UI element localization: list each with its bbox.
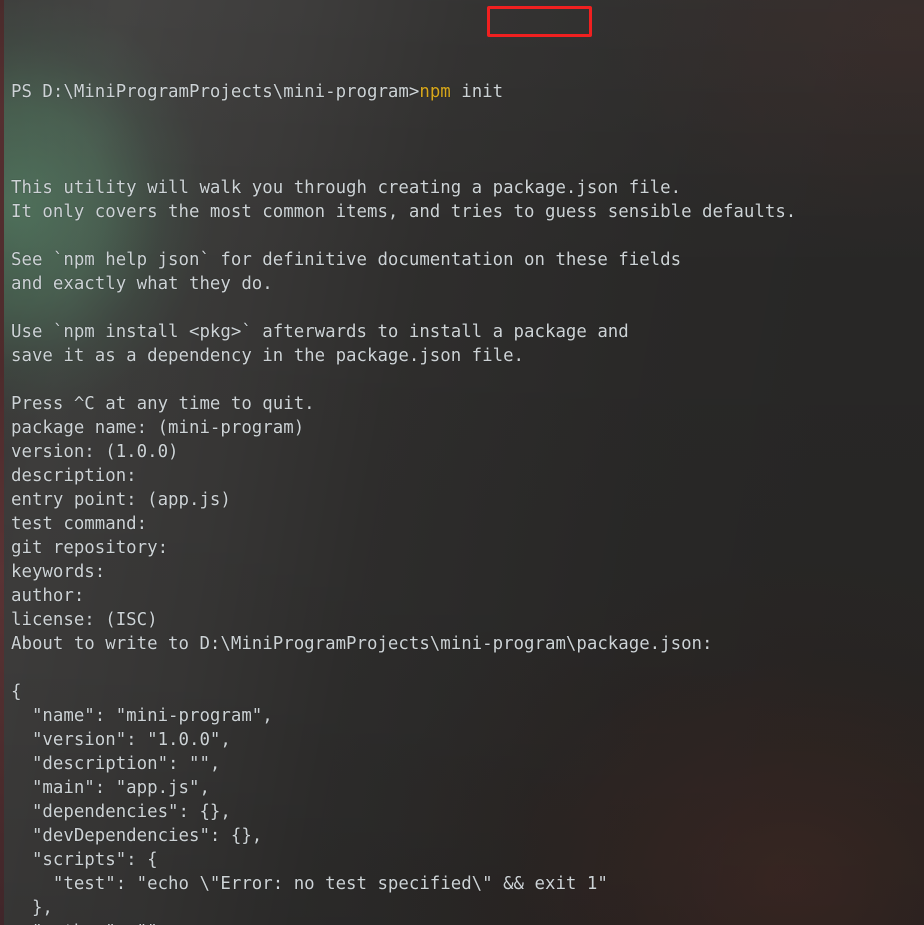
output-line: and exactly what they do.: [11, 274, 273, 294]
output-line: "scripts": {: [11, 850, 158, 870]
output-line: git repository:: [11, 538, 169, 558]
console-output[interactable]: PS D:\MiniProgramProjects\mini-program>n…: [11, 8, 924, 925]
output-line: "version": "1.0.0",: [11, 730, 231, 750]
output-line: version: (1.0.0): [11, 442, 179, 462]
output-line: },: [11, 898, 53, 918]
output-line: "author": "",: [11, 920, 924, 925]
output-line: "dependencies": {},: [11, 802, 231, 822]
window-left-edge-stripe: [0, 0, 4, 925]
output-line: description:: [11, 466, 137, 486]
output-line: "name": "mini-program",: [11, 706, 273, 726]
output-line: "test": "echo \"Error: no test specified…: [11, 874, 608, 894]
output-line: Press ^C at any time to quit.: [11, 394, 315, 414]
command-args: init: [450, 82, 504, 102]
output-line: Use `npm install <pkg>` afterwards to in…: [11, 322, 629, 342]
output-line: "description": "",: [11, 754, 221, 774]
prompt-prefix: PS D:\MiniProgramProjects\mini-program>: [11, 82, 420, 102]
output-line: license: (ISC): [11, 610, 158, 630]
output-line: It only covers the most common items, an…: [11, 202, 797, 222]
output-line-list: This utility will walk you through creat…: [11, 176, 924, 925]
output-line: "devDependencies": {},: [11, 826, 263, 846]
output-line: entry point: (app.js): [11, 490, 231, 510]
output-line: author:: [11, 586, 85, 606]
output-line: save it as a dependency in the package.j…: [11, 346, 525, 366]
output-line: About to write to D:\MiniProgramProjects…: [11, 634, 713, 654]
output-line: package name: (mini-program): [11, 418, 305, 438]
output-line: {: [11, 682, 22, 702]
output-line: See `npm help json` for definitive docum…: [11, 250, 682, 270]
prompt-line: PS D:\MiniProgramProjects\mini-program>n…: [11, 80, 924, 104]
terminal-window[interactable]: PS D:\MiniProgramProjects\mini-program>n…: [0, 0, 924, 925]
output-line: "main": "app.js",: [11, 778, 210, 798]
output-line: keywords:: [11, 562, 106, 582]
command-keyword: npm: [419, 82, 451, 102]
output-line: This utility will walk you through creat…: [11, 178, 682, 198]
output-line: test command:: [11, 514, 148, 534]
